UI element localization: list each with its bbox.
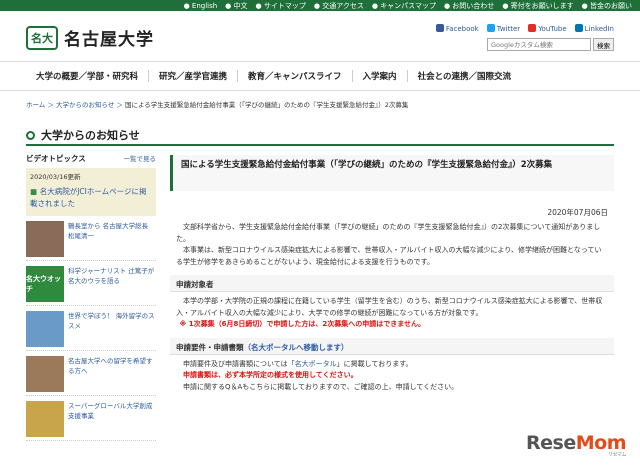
bullet-icon: ■ bbox=[30, 187, 40, 196]
nav-item-research[interactable]: 研究／産学官連携 bbox=[149, 70, 239, 82]
sidebar-card[interactable]: 名古屋大学への留学を希望する方へ bbox=[26, 356, 156, 396]
news-link[interactable]: ■ 名大病院がJCIホームページに掲載されました bbox=[26, 184, 156, 216]
paragraph: 申請に関するQ＆Aもこちらに掲載しておりますので、ご確認の上、申請してください。 bbox=[183, 382, 459, 391]
facebook-icon bbox=[435, 24, 444, 32]
main-nav: 大学の概要／学部・研究科 研究／産学官連携 教育／キャンパスライフ 入学案内 社… bbox=[0, 61, 640, 91]
breadcrumb-news[interactable]: 大学からのお知らせ bbox=[56, 101, 114, 109]
search-input[interactable] bbox=[487, 38, 591, 51]
card-thumbnail bbox=[26, 311, 64, 347]
title-divider bbox=[26, 144, 614, 146]
top-link[interactable]: ● 寄付をお願いします bbox=[502, 1, 573, 11]
nav-item-admission[interactable]: 入学案内 bbox=[353, 70, 408, 82]
page-title: 大学からのお知らせ bbox=[26, 127, 140, 143]
article: 国による学生支援緊急給付金給付事業（「学びの継続」のための『学生支援緊急給付金』… bbox=[170, 155, 614, 393]
logo-text: 名古屋大学 bbox=[64, 30, 154, 50]
card-thumbnail bbox=[26, 221, 64, 257]
twitter-icon bbox=[486, 24, 495, 32]
top-link[interactable]: ● English bbox=[184, 2, 218, 10]
warning-text: ※ 1次募集（6月8日締切）で申請した方は、2次募集への申請はできません。 bbox=[179, 320, 426, 328]
top-link[interactable]: ● 交通アクセス bbox=[314, 1, 364, 11]
sidebar: ビデオトピックス 一覧で見る 2020/03/16更新 ■ 名大病院がJCIホー… bbox=[26, 150, 156, 441]
sidebar-card[interactable]: 名大ウオッチ 科学ジャーナリスト 辻篤子が名大のウラを語る bbox=[26, 266, 156, 306]
youtube-icon bbox=[528, 24, 537, 32]
breadcrumb-current: 国による学生支援緊急給付金給付事業（「学びの継続」のための『学生支援緊急給付金』… bbox=[124, 101, 409, 109]
card-text: スーパーグローバル大学創成支援事業 bbox=[68, 402, 153, 420]
top-utility-bar: ● English ● 中文 ● サイトマップ ● 交通アクセス ● キャンパスマップ ●… bbox=[0, 0, 640, 11]
subheading-requirements: 申請要件・申請書類（名大ポータルへ移動します） bbox=[170, 337, 614, 355]
nav-item-international[interactable]: 社会との連携／国際交流 bbox=[408, 70, 521, 82]
resemom-watermark: ReseMom リセマム bbox=[526, 432, 626, 458]
paragraph: 本事業は、新型コロナウイルス感染症拡大による影響で、世帯収入・アルバイト収入の大… bbox=[176, 246, 602, 266]
article-title: 国による学生支援緊急給付金給付事業（「学びの継続」のための『学生支援緊急給付金』… bbox=[170, 155, 614, 191]
card-text: 科学ジャーナリスト 辻篤子が名大のウラを語る bbox=[68, 267, 155, 285]
youtube-link[interactable]: YouTube bbox=[528, 24, 567, 33]
warning-text: 申請書類は、必ず本学所定の様式を使用してください。 bbox=[183, 371, 358, 379]
paragraph: 申請要件及び申請書類については「名大ポータル」に掲載しております。 bbox=[183, 359, 413, 368]
social-links: Facebook Twitter YouTube LinkedIn bbox=[435, 24, 614, 33]
facebook-link[interactable]: Facebook bbox=[435, 24, 479, 33]
breadcrumb-home[interactable]: ホーム bbox=[26, 101, 45, 109]
twitter-link[interactable]: Twitter bbox=[486, 24, 520, 33]
card-text: 名古屋大学への留学を希望する方へ bbox=[68, 357, 153, 375]
header: 名大 名古屋大学 Facebook Twitter YouTube Linked… bbox=[0, 11, 640, 61]
sidebar-card[interactable]: スーパーグローバル大学創成支援事業 bbox=[26, 401, 156, 441]
requirements-body: 申請要件及び申請書類については「名大ポータル」に掲載しております。 申請書類は、… bbox=[170, 355, 614, 394]
card-text: 鶴長室から 名古屋大学総長 松尾清一 bbox=[68, 222, 149, 240]
logo[interactable]: 名大 名古屋大学 bbox=[26, 25, 154, 50]
card-thumbnail bbox=[26, 356, 64, 392]
nav-item-education[interactable]: 教育／キャンパスライフ bbox=[238, 70, 353, 82]
update-date: 2020/03/16更新 bbox=[26, 168, 156, 184]
paragraph: 文部科学省から、学生支援緊急給付金給付事業（「学びの継続」のための『学生支援緊急… bbox=[176, 223, 601, 243]
article-date: 2020年07月06日 bbox=[547, 208, 608, 217]
eligibility-body: 本学の学部・大学院の正規の課程に在籍している学生（留学生を含む）のうち、新型コロ… bbox=[170, 292, 614, 331]
video-topics-header: ビデオトピックス 一覧で見る bbox=[26, 153, 157, 164]
search-box: 検索 bbox=[487, 38, 614, 51]
circle-bullet-icon bbox=[26, 130, 35, 140]
top-link[interactable]: ● お問い合わせ bbox=[444, 1, 494, 11]
breadcrumb: ホーム ＞ 大学からのお知らせ ＞ 国による学生支援緊急給付金給付事業（「学びの… bbox=[26, 101, 409, 109]
card-thumbnail bbox=[26, 401, 64, 437]
search-button[interactable]: 検索 bbox=[593, 38, 614, 51]
top-link[interactable]: ● 皆金のお願い bbox=[582, 1, 632, 11]
linkedin-icon bbox=[574, 24, 583, 32]
portal-link[interactable]: （名大ポータルへ移動します） bbox=[244, 343, 349, 352]
logo-mark: 名大 bbox=[26, 25, 58, 50]
sidebar-card[interactable]: 鶴長室から 名古屋大学総長 松尾清一 bbox=[26, 221, 156, 261]
paragraph: 本学の学部・大学院の正規の課程に在籍している学生（留学生を含む）のうち、新型コロ… bbox=[176, 297, 603, 317]
top-link[interactable]: ● 中文 bbox=[225, 1, 247, 11]
top-link[interactable]: ● サイトマップ bbox=[256, 1, 306, 11]
top-link[interactable]: ● キャンパスマップ bbox=[372, 1, 436, 11]
card-text: 世界で学ぼう！ 海外留学のススメ bbox=[68, 312, 155, 330]
sidebar-card[interactable]: 世界で学ぼう！ 海外留学のススメ bbox=[26, 311, 156, 351]
card-thumbnail: 名大ウオッチ bbox=[26, 266, 64, 302]
linkedin-link[interactable]: LinkedIn bbox=[574, 24, 614, 33]
article-body: 文部科学省から、学生支援緊急給付金給付事業（「学びの継続」のための『学生支援緊急… bbox=[170, 218, 614, 268]
see-all-link[interactable]: 一覧で見る bbox=[124, 153, 157, 163]
subheading-eligibility: 申請対象者 bbox=[170, 275, 614, 292]
nav-item-about[interactable]: 大学の概要／学部・研究科 bbox=[26, 70, 150, 82]
portal-inline-link[interactable]: 名大ポータル bbox=[295, 360, 337, 368]
